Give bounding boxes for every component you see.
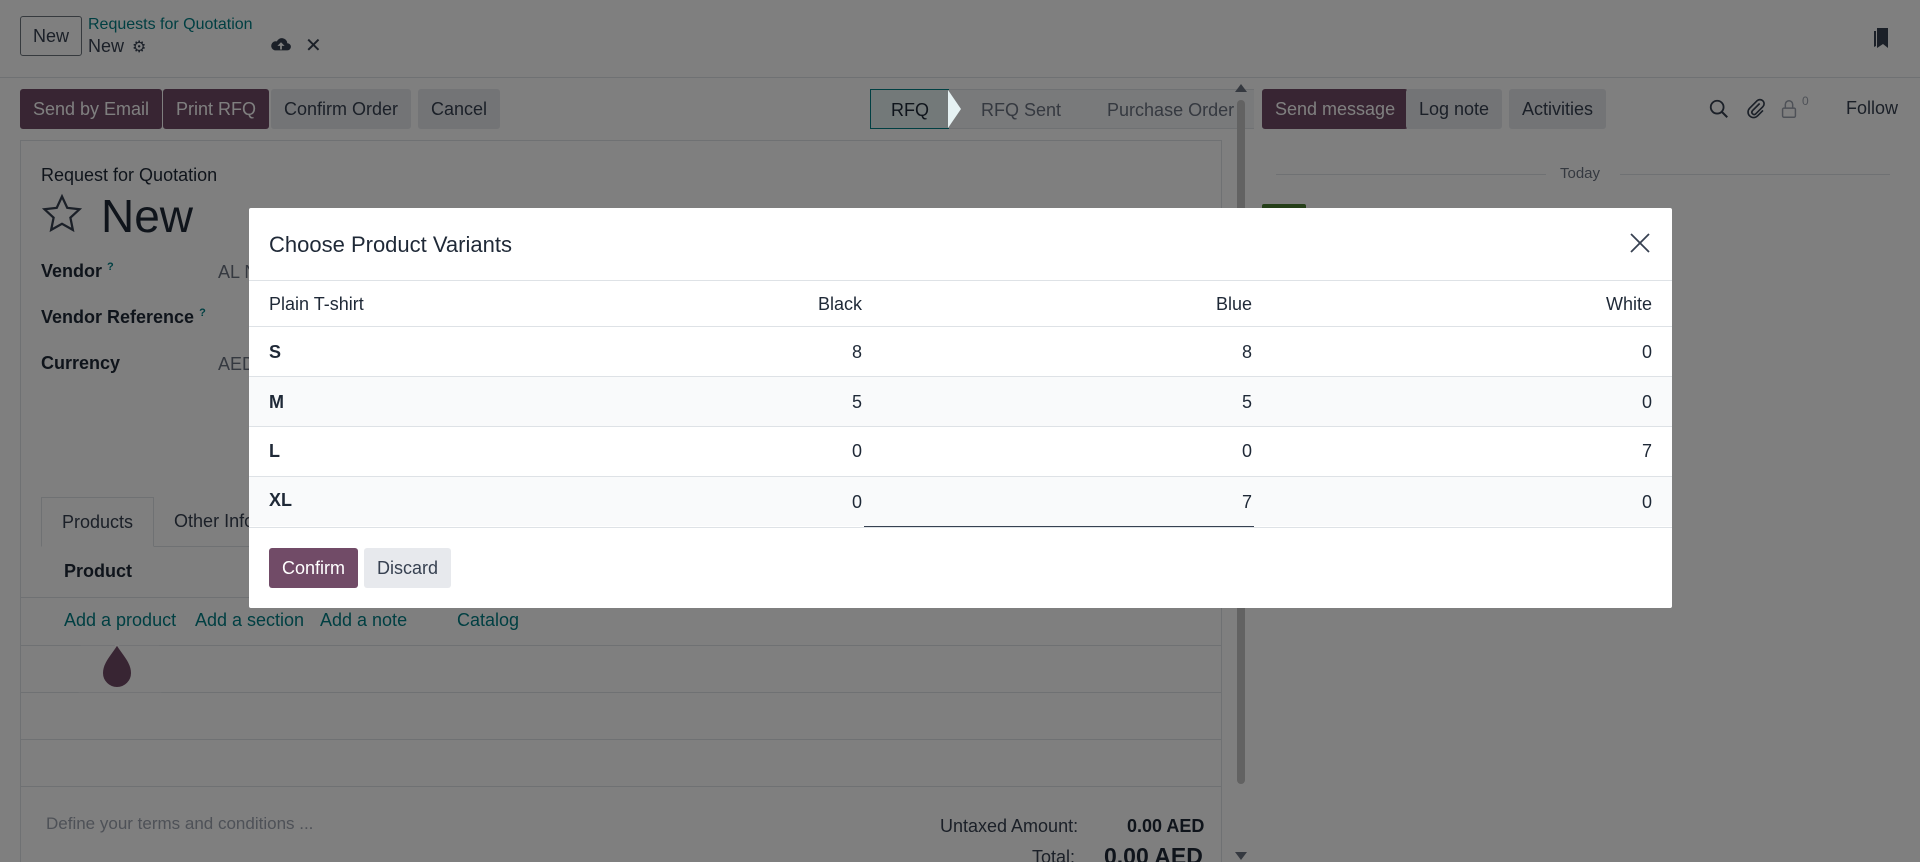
close-icon[interactable] bbox=[1628, 231, 1652, 255]
row-label-m: M bbox=[269, 392, 284, 412]
dialog-divider bbox=[249, 527, 1672, 528]
qty-m-white[interactable]: 0 bbox=[1642, 392, 1652, 413]
table-row bbox=[249, 477, 1672, 526]
confirm-button[interactable]: Confirm bbox=[269, 548, 359, 588]
qty-xl-black[interactable]: 0 bbox=[852, 492, 862, 513]
column-header-blue: Blue bbox=[1215, 294, 1252, 314]
choose-variants-dialog: Choose Product Variants Plain T-shirt Bl… bbox=[249, 208, 1672, 608]
qty-l-blue[interactable]: 0 bbox=[1242, 441, 1252, 462]
row-label-l: L bbox=[269, 441, 280, 461]
qty-l-black[interactable]: 0 bbox=[852, 441, 862, 462]
qty-s-blue[interactable]: 8 bbox=[1242, 342, 1252, 363]
row-label-xl: XL bbox=[269, 490, 293, 510]
qty-xl-blue[interactable]: 7 bbox=[1242, 492, 1252, 513]
qty-s-black[interactable]: 8 bbox=[852, 342, 862, 363]
qty-l-white[interactable]: 7 bbox=[1642, 441, 1652, 462]
qty-m-blue[interactable]: 5 bbox=[1242, 392, 1252, 413]
dialog-title: Choose Product Variants bbox=[269, 232, 512, 257]
column-header-white: White bbox=[1605, 294, 1652, 314]
table-row bbox=[249, 327, 1672, 376]
row-label-s: S bbox=[269, 342, 282, 362]
discard-button[interactable]: Discard bbox=[364, 548, 452, 588]
dialog-divider bbox=[249, 280, 1672, 281]
qty-m-black[interactable]: 5 bbox=[852, 392, 862, 413]
column-header-black: Black bbox=[817, 294, 862, 314]
qty-xl-white[interactable]: 0 bbox=[1642, 492, 1652, 513]
qty-s-white[interactable]: 0 bbox=[1642, 342, 1652, 363]
table-row bbox=[249, 427, 1672, 476]
variant-product-name: Plain T-shirt bbox=[269, 294, 364, 314]
table-row bbox=[249, 377, 1672, 426]
